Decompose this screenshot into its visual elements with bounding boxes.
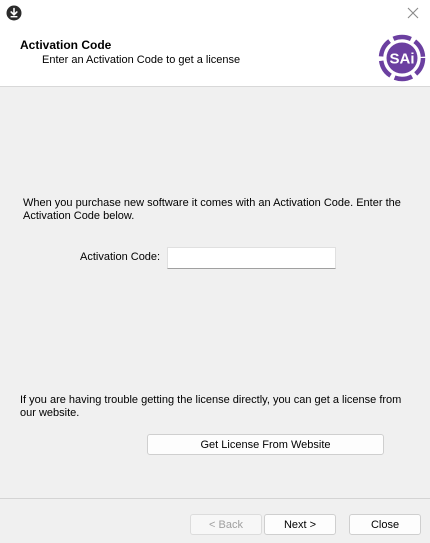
get-license-website-button[interactable]: Get License From Website bbox=[147, 434, 384, 455]
activation-code-input[interactable] bbox=[167, 247, 336, 269]
logo-text: SAi bbox=[389, 51, 414, 68]
next-button[interactable]: Next > bbox=[264, 514, 336, 535]
wizard-header: Activation Code Enter an Activation Code… bbox=[0, 28, 430, 87]
trouble-text: If you are having trouble getting the li… bbox=[20, 394, 402, 419]
activation-code-label: Activation Code: bbox=[80, 251, 161, 263]
sai-logo: SAi bbox=[378, 34, 426, 82]
download-circle-icon bbox=[6, 5, 22, 21]
back-button[interactable]: < Back bbox=[190, 514, 262, 535]
title-bar bbox=[0, 0, 430, 28]
close-button[interactable]: Close bbox=[349, 514, 421, 535]
footer-divider bbox=[0, 498, 430, 499]
page-title: Activation Code bbox=[20, 38, 112, 52]
intro-text: When you purchase new software it comes … bbox=[23, 197, 401, 222]
page-subtitle: Enter an Activation Code to get a licens… bbox=[42, 54, 241, 66]
close-icon[interactable] bbox=[404, 4, 422, 22]
